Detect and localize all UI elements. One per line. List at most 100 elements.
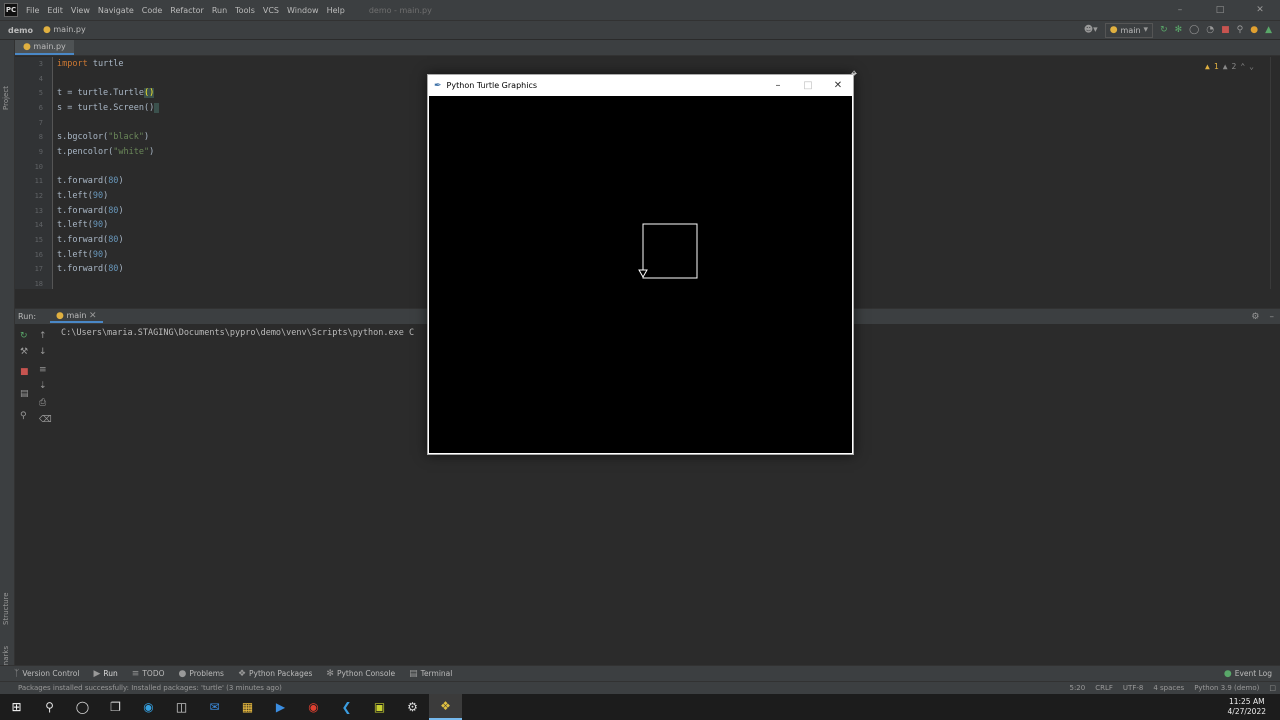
layout-icon[interactable]: ▤ <box>20 389 29 399</box>
scroll-to-end-icon[interactable]: ⇣ <box>39 381 47 391</box>
chevron-down-icon[interactable]: ⌄ <box>1249 62 1254 71</box>
run-output[interactable]: C:\Users\maria.STAGING\Documents\pypro\d… <box>61 328 414 338</box>
tab-terminal[interactable]: ▤ Terminal <box>409 669 452 679</box>
tab-version-control[interactable]: ᛉ Version Control <box>14 669 79 679</box>
turtle-window-titlebar[interactable]: ✒ Python Turtle Graphics – □ ✕ <box>428 75 853 96</box>
breadcrumb-file-label: main.py <box>53 25 86 34</box>
mail-icon[interactable]: ✉ <box>198 694 231 720</box>
code-line: t.pencolor("white") <box>57 147 155 157</box>
menu-vcs[interactable]: VCS <box>263 6 279 15</box>
pin-icon[interactable]: ⚲ <box>20 411 27 421</box>
soft-wrap-icon[interactable]: ≡ <box>39 365 47 375</box>
wrench-icon[interactable]: ⚒ <box>20 347 28 357</box>
menu-run[interactable]: Run <box>212 6 227 15</box>
rerun-icon[interactable]: ↻ <box>1160 25 1168 35</box>
search-icon[interactable]: ⚲ <box>1237 25 1244 35</box>
trash-icon[interactable]: ⌫ <box>39 415 52 425</box>
vscode-icon[interactable]: ❮ <box>330 694 363 720</box>
search-icon[interactable]: ⚲ <box>33 694 66 720</box>
plugin-icon[interactable]: ▲ <box>1265 25 1272 35</box>
branch-icon: ᛉ <box>14 668 20 679</box>
menu-edit[interactable]: Edit <box>47 6 63 15</box>
minimize-icon[interactable]: – <box>1160 5 1200 15</box>
close-icon[interactable]: ✕ <box>823 80 853 91</box>
arrow-up-icon[interactable]: ↑ <box>39 331 47 341</box>
pycharm-icon[interactable]: ▣ <box>363 694 396 720</box>
python-file-icon: ● <box>23 42 31 52</box>
editor-scrollbar[interactable] <box>1270 57 1280 289</box>
print-icon[interactable]: ⎙ <box>39 398 46 408</box>
windows-icon[interactable]: ⊞ <box>0 694 33 720</box>
rerun-icon[interactable]: ↻ <box>20 331 28 341</box>
close-icon[interactable]: ✕ <box>89 311 97 321</box>
store-icon[interactable]: ◫ <box>165 694 198 720</box>
tab-python-console[interactable]: ✻ Python Console <box>326 669 395 679</box>
coverage-icon[interactable]: ◯ <box>1189 25 1199 35</box>
arrow-down-icon[interactable]: ↓ <box>39 347 47 357</box>
lock-icon[interactable]: □ <box>1269 684 1276 692</box>
stop-icon[interactable]: ■ <box>1221 25 1230 35</box>
settings-icon[interactable]: ⚙ <box>396 694 429 720</box>
minimize-icon[interactable]: – <box>763 80 793 91</box>
maximize-icon[interactable]: □ <box>1200 5 1240 15</box>
tab-python-packages[interactable]: ❖ Python Packages <box>238 669 312 679</box>
menu-refactor[interactable]: Refactor <box>170 6 204 15</box>
taskbar-clock[interactable]: 11:25 AM 4/27/2022 <box>1228 697 1266 717</box>
chevron-up-icon[interactable]: ⌃ <box>1240 62 1245 71</box>
clock-date: 4/27/2022 <box>1227 707 1266 716</box>
breadcrumb-file[interactable]: ● main.py <box>43 25 86 35</box>
explorer-icon[interactable]: ▦ <box>231 694 264 720</box>
left-tool-strip: Project Structure Bookmarks <box>0 40 15 685</box>
stop-icon[interactable]: ■ <box>20 367 29 377</box>
tab-todo[interactable]: ≡ TODO <box>132 669 165 679</box>
clock-time: 11:25 AM <box>1228 697 1265 706</box>
line-separator[interactable]: CRLF <box>1095 684 1113 692</box>
breadcrumb-project[interactable]: demo <box>8 26 33 35</box>
menu-window[interactable]: Window <box>287 6 319 15</box>
debug-icon[interactable]: ✻ <box>1175 25 1183 35</box>
tab-problems[interactable]: ● Problems <box>179 669 224 679</box>
user-icon[interactable]: ☻▾ <box>1084 25 1098 35</box>
pycharm-logo-text: PC <box>5 6 17 14</box>
close-icon[interactable]: ✕ <box>1240 5 1280 15</box>
turtle-graphics-window[interactable]: ✒ Python Turtle Graphics – □ ✕ <box>427 74 854 455</box>
run-panel-actions: ⚙ – <box>1251 312 1274 322</box>
code-line: s = turtle.Screen() <box>57 103 160 113</box>
menu-help[interactable]: Help <box>327 6 345 15</box>
turtle-canvas[interactable] <box>429 96 852 453</box>
tab-main-py[interactable]: ● main.py <box>15 40 74 55</box>
task-view-icon[interactable]: ❐ <box>99 694 132 720</box>
chrome-icon[interactable]: ◉ <box>297 694 330 720</box>
hide-icon[interactable]: – <box>1270 312 1275 322</box>
structure-tool-tab[interactable]: Structure <box>2 592 10 625</box>
profile-icon[interactable]: ◔ <box>1206 25 1214 35</box>
file-encoding[interactable]: UTF-8 <box>1123 684 1143 692</box>
menu-navigate[interactable]: Navigate <box>98 6 134 15</box>
project-title: demo - main.py <box>368 5 432 15</box>
run-config-selector[interactable]: ● main ▾ <box>1104 22 1154 38</box>
menu-view[interactable]: View <box>71 6 90 15</box>
project-tool-tab[interactable]: Project <box>2 86 10 110</box>
menu-tools[interactable]: Tools <box>235 6 255 15</box>
inspection-widget[interactable]: ▲ 1 ▲ 2 ⌃ ⌄ <box>1205 62 1254 71</box>
indent-setting[interactable]: 4 spaces <box>1153 684 1184 692</box>
cortana-icon[interactable]: ◯ <box>66 694 99 720</box>
packages-icon: ❖ <box>237 668 247 679</box>
tab-run[interactable]: ▶ Run <box>93 669 117 679</box>
status-message[interactable]: Packages installed successfully: Install… <box>18 684 282 692</box>
updates-icon[interactable]: ● <box>1250 25 1258 35</box>
line-number: 13 <box>34 207 43 215</box>
tab-python-packages-label: Python Packages <box>249 669 313 678</box>
edge-icon[interactable]: ◉ <box>132 694 165 720</box>
caret-position[interactable]: 5:20 <box>1070 684 1086 692</box>
menu-code[interactable]: Code <box>142 6 162 15</box>
gear-icon[interactable]: ⚙ <box>1251 312 1259 322</box>
run-tab-main[interactable]: ● main ✕ <box>50 311 103 323</box>
feather-icon: ✒ <box>434 80 442 91</box>
tab-event-log[interactable]: ● Event Log <box>1224 669 1272 679</box>
python-icon[interactable]: ❖ <box>429 694 462 720</box>
status-right: 5:20 CRLF UTF-8 4 spaces Python 3.9 (dem… <box>1060 684 1277 692</box>
menu-file[interactable]: File <box>26 6 39 15</box>
media-icon[interactable]: ▶ <box>264 694 297 720</box>
python-interpreter[interactable]: Python 3.9 (demo) <box>1194 684 1259 692</box>
